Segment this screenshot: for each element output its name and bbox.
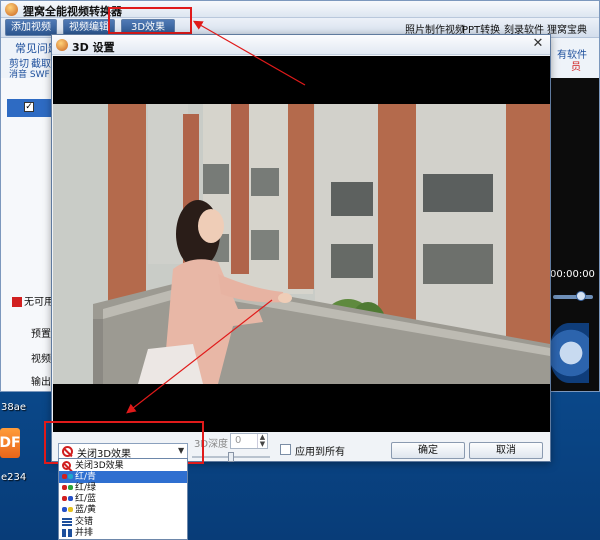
dropdown-option-label: 蓝/黄 bbox=[75, 505, 97, 515]
video-frame bbox=[53, 104, 550, 384]
preset-label: 预置 bbox=[31, 329, 51, 340]
liwo-guide-link[interactable]: 狸窝宝典 bbox=[547, 21, 587, 36]
no-available-label: 无可用 bbox=[12, 293, 54, 308]
dialog-app-icon bbox=[56, 39, 68, 51]
desktop-label[interactable]: e234 bbox=[1, 472, 26, 483]
dropdown-option-side-by-side[interactable]: 并排 bbox=[59, 527, 187, 539]
side-by-side-icon bbox=[62, 529, 72, 537]
time-readout: 00:00:00 bbox=[550, 269, 595, 280]
3d-depth-value: 0 bbox=[235, 435, 242, 446]
main-titlebar[interactable]: 狸窝全能视频转换器 bbox=[1, 1, 599, 18]
dialog-title: 3D 设置 bbox=[72, 41, 115, 54]
dropdown-option-blue-yellow[interactable]: 蓝/黄 bbox=[59, 504, 187, 516]
anaglyph-glasses-icon bbox=[62, 507, 73, 513]
highlight-box-3d-button bbox=[108, 7, 192, 34]
file-row-checkbox[interactable]: ✓ bbox=[24, 102, 34, 112]
file-list-panel bbox=[1, 78, 55, 391]
warning-icon bbox=[12, 297, 22, 307]
cancel-button[interactable]: 取消 bbox=[469, 442, 543, 459]
ok-button[interactable]: 确定 bbox=[391, 442, 465, 459]
unavailable-text: 无可用 bbox=[24, 297, 54, 308]
apply-to-all-label[interactable]: 应用到所有 bbox=[295, 443, 345, 458]
no-entry-icon bbox=[62, 461, 71, 470]
desktop-app-icon[interactable]: DF bbox=[0, 428, 21, 458]
interlace-icon bbox=[62, 518, 72, 526]
output-dir-label: 输出 bbox=[31, 377, 51, 388]
3d-settings-dialog: 3D 设置 ✕ 关闭3D效果 ▼ 3D深度 0 ▲ ▼ 应用到所有 确定 取消 bbox=[51, 34, 551, 462]
add-video-button[interactable]: 添加视频 bbox=[5, 19, 57, 36]
dialog-titlebar[interactable]: 3D 设置 ✕ bbox=[52, 35, 550, 55]
desktop-label[interactable]: 38ae bbox=[1, 402, 26, 413]
app-logo-icon bbox=[5, 3, 18, 16]
dropdown-option-label: 并排 bbox=[75, 528, 94, 538]
apply-to-all-checkbox[interactable] bbox=[280, 444, 291, 455]
member-link[interactable]: 员 bbox=[571, 58, 581, 73]
3d-depth-stepper[interactable]: 0 ▲ ▼ bbox=[230, 433, 268, 449]
convert-button[interactable] bbox=[549, 323, 589, 383]
anaglyph-glasses-icon bbox=[62, 485, 73, 491]
close-icon[interactable]: ✕ bbox=[531, 37, 545, 51]
3d-mode-dropdown: 关闭3D效果 红/青 红/绿 红/蓝 蓝/黄 交错 并排 bbox=[58, 458, 188, 540]
video-quality-label: 视频 bbox=[31, 354, 51, 365]
volume-slider[interactable] bbox=[553, 295, 593, 299]
spin-arrows-icon[interactable]: ▲ ▼ bbox=[257, 434, 267, 448]
anaglyph-glasses-icon bbox=[62, 474, 73, 480]
volume-slider-knob[interactable] bbox=[576, 291, 586, 301]
3d-depth-slider-knob[interactable] bbox=[228, 452, 234, 462]
video-preview bbox=[53, 56, 550, 432]
anaglyph-glasses-icon bbox=[62, 496, 73, 502]
